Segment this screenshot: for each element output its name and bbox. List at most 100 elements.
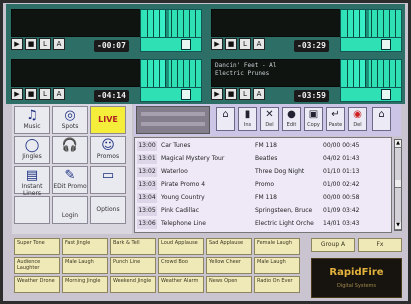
log-toolbar: ⌂ ▮ Ins ✕ Del ● Edit ▣ Copy ↵ Paste ◉ Del ⌂ (134, 104, 401, 136)
spots-tile[interactable]: ◎ Spots (52, 106, 88, 134)
fader-knob[interactable] (381, 89, 391, 100)
headphones-icon: 🎧 (61, 138, 79, 153)
auto-button[interactable]: A (253, 38, 265, 50)
login-tile[interactable]: Login (52, 196, 88, 224)
hotkey-button[interactable]: Weekend Jingle (110, 276, 156, 293)
scroll-up-icon[interactable]: ▲ (395, 140, 401, 148)
hotkey-button[interactable]: Yellow Cheer (206, 257, 252, 274)
hotkey-button[interactable]: Weather Drone (14, 276, 60, 293)
home-button[interactable]: ⌂ (216, 107, 235, 131)
delete-button[interactable]: ✕ Del (260, 107, 279, 131)
table-row[interactable]: 13:03 Pirate Promo 4 Promo 01/00 02:42 (137, 180, 389, 190)
row-duration: 01/10 01:13 (323, 168, 360, 175)
row-title: Car Tunes (161, 142, 191, 149)
loop-button[interactable]: L (239, 38, 251, 50)
hotkey-button[interactable]: News Open (206, 276, 252, 293)
auto-button[interactable]: A (53, 38, 65, 50)
insert-button[interactable]: ▮ Ins (238, 107, 257, 131)
stop-button[interactable]: ■ (25, 38, 37, 50)
circle-icon: ◯ (24, 138, 40, 153)
copy-button[interactable]: ▣ Copy (304, 107, 323, 131)
hotkey-button[interactable]: Crowd Boo (158, 257, 204, 274)
table-row[interactable]: 13:04 Young Country FM 118 00/00 00:58 (137, 193, 389, 203)
loop-button[interactable]: L (39, 38, 51, 50)
vu-tick (171, 60, 172, 88)
vu-tick (377, 60, 378, 88)
row-title: Pirate Promo 4 (161, 181, 206, 188)
hotkey-button[interactable]: Weather Alarm (158, 276, 204, 293)
stop-button[interactable]: ■ (225, 38, 237, 50)
hotkey-button[interactable]: Fast Jingle (62, 238, 108, 255)
hotkey-button[interactable]: Super Tone (14, 238, 60, 255)
vu-tick (371, 10, 372, 38)
table-row[interactable]: 13:05 Pink Cadillac Springsteen, Bruce 01/0… (137, 206, 389, 216)
window-tile[interactable]: ▭ (90, 166, 126, 194)
live-tile[interactable]: LIVE (90, 106, 126, 134)
fx-button[interactable]: Fx (358, 238, 402, 252)
exit-button[interactable]: ⌂ (372, 107, 391, 131)
row-time: 13:06 (137, 219, 157, 229)
hotkey-button[interactable]: Bark & Tell (110, 238, 156, 255)
vu-tick (147, 10, 148, 38)
play-button[interactable]: ▶ (11, 38, 23, 50)
vu-tick (177, 60, 178, 88)
table-row[interactable]: 13:00 Car Tunes FM 118 00/00 00:45 (137, 141, 389, 151)
hotkey-button[interactable]: Male Laugh (254, 257, 300, 274)
scroll-thumb[interactable] (395, 180, 401, 188)
volume-fader[interactable] (140, 87, 202, 102)
hotkey-button[interactable]: Radio On Ever (254, 276, 300, 293)
scroll-down-icon[interactable]: ▼ (395, 222, 401, 230)
brand-subtitle: Digital Systems (336, 283, 377, 289)
loop-button[interactable]: L (239, 88, 251, 100)
music-tile[interactable]: ♫ Music (14, 106, 50, 134)
edit-promo-tile[interactable]: ✎ EDit Promo (52, 166, 88, 194)
group-button[interactable]: Group A (311, 238, 355, 252)
category-panel: ♫ Music ◎ Spots LIVE ◯ Jingles 🎧 ☺ Promos ▤ I… (12, 104, 132, 234)
table-row[interactable]: 13:01 Magical Mystery Tour Beatles 04/02 01… (137, 154, 389, 164)
brand-name: RapidFire (329, 267, 384, 278)
vu-tick (153, 10, 154, 38)
table-row[interactable]: 13:02 Waterloo Three Dog Night 01/10 01:13 (137, 167, 389, 177)
play-button[interactable]: ▶ (11, 88, 23, 100)
volume-fader[interactable] (340, 87, 402, 102)
play-button[interactable]: ▶ (211, 38, 223, 50)
hotkey-button[interactable]: Female Laugh (254, 238, 300, 255)
stop-button[interactable]: ■ (225, 88, 237, 100)
play-button[interactable]: ▶ (211, 88, 223, 100)
volume-fader[interactable] (340, 37, 402, 52)
blank-tile[interactable] (14, 196, 50, 224)
paste-button[interactable]: ↵ Paste (326, 107, 345, 131)
tile-label: Login (61, 212, 79, 219)
hotkey-button[interactable]: Audience Laughter (14, 257, 60, 274)
options-tile[interactable]: Options (90, 196, 126, 224)
logo-strip (136, 106, 210, 134)
stop-button[interactable]: ■ (25, 88, 37, 100)
headphones-tile[interactable]: 🎧 (52, 136, 88, 164)
vu-tick (383, 10, 384, 38)
jingles-tile[interactable]: ◯ Jingles (14, 136, 50, 164)
table-row[interactable]: 13:06 Telephone Line Electric Light Orche 1… (137, 219, 389, 229)
row-time: 13:03 (137, 180, 157, 190)
row-duration: 01/00 02:42 (323, 181, 360, 188)
loop-button[interactable]: L (39, 88, 51, 100)
toolbar-label: Del (265, 122, 274, 128)
auto-button[interactable]: A (253, 88, 265, 100)
edit-button[interactable]: ● Edit (282, 107, 301, 131)
log-scrollbar[interactable]: ▲ ▼ (394, 139, 402, 231)
auto-button[interactable]: A (53, 88, 65, 100)
hotkey-button[interactable]: Punch Line (110, 257, 156, 274)
instant-liners-tile[interactable]: ▤ Instant Liners (14, 166, 50, 197)
hotkey-button[interactable]: Loud Applause (158, 238, 204, 255)
list-icon: ▤ (25, 168, 39, 183)
volume-fader[interactable] (140, 37, 202, 52)
promos-tile[interactable]: ☺ Promos (90, 136, 126, 164)
fader-knob[interactable] (181, 89, 191, 100)
delete-record-button[interactable]: ◉ Del (348, 107, 367, 131)
hotkey-button[interactable]: Sad Applause (206, 238, 252, 255)
fader-knob[interactable] (381, 39, 391, 50)
player-4-display: Dancin' Feet - Al Electric Prunes (211, 59, 341, 87)
fader-knob[interactable] (181, 39, 191, 50)
track-line: Dancin' Feet - Al (215, 62, 277, 69)
hotkey-button[interactable]: Morning Jingle (62, 276, 108, 293)
hotkey-button[interactable]: Male Laugh (62, 257, 108, 274)
